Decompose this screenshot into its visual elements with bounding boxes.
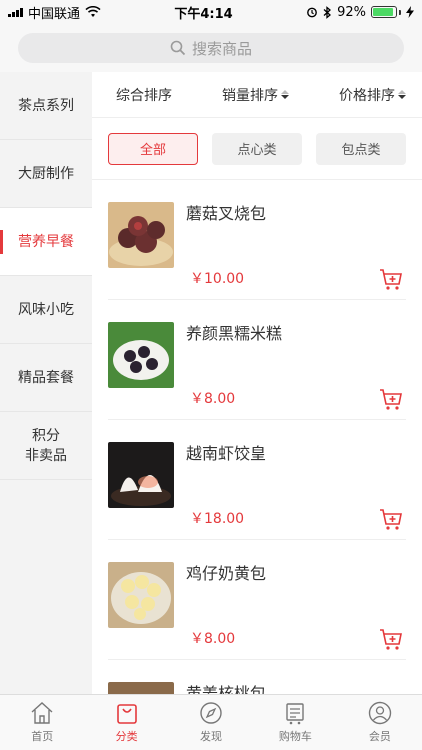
category-sidebar: 茶点系列 大厨制作 营养早餐 风味小吃 精品套餐 积分 非卖品	[0, 72, 92, 694]
sort-arrows-icon	[398, 90, 406, 99]
product-row[interactable]: 鸡仔奶黄包 ￥8.00	[108, 540, 406, 660]
charging-icon	[405, 6, 414, 18]
add-to-cart-icon[interactable]	[378, 386, 404, 412]
search-icon	[170, 40, 186, 56]
bluetooth-icon	[323, 5, 332, 19]
sort-label: 价格排序	[339, 87, 395, 104]
filter-buns-chip[interactable]: 包点类	[316, 132, 406, 165]
tab-category[interactable]: 分类	[84, 695, 168, 750]
product-image	[108, 682, 174, 694]
compass-icon	[200, 702, 222, 724]
sort-label: 综合排序	[116, 87, 172, 104]
product-name: 黄姜核桃包	[186, 684, 267, 694]
filter-all-chip[interactable]: 全部	[108, 132, 198, 165]
sort-price-button[interactable]: 价格排序	[339, 85, 406, 105]
product-image	[108, 322, 174, 388]
signal-icon	[8, 7, 23, 17]
product-image	[108, 442, 174, 508]
product-price: ￥18.00	[190, 511, 245, 527]
user-icon	[368, 701, 392, 725]
add-to-cart-icon[interactable]	[378, 506, 404, 532]
sidebar-item-label: 风味小吃	[18, 301, 74, 318]
tab-discover[interactable]: 发现	[169, 695, 253, 750]
sort-label: 销量排序	[222, 87, 278, 104]
filter-chips: 全部 点心类 包点类	[92, 118, 422, 180]
clock: 下午4:14	[174, 6, 233, 22]
product-panel: 综合排序 销量排序 价格排序 全部 点心类 包点类 蘑菇叉烧包 ￥10.00 养…	[92, 72, 422, 694]
sidebar-item-points[interactable]: 积分 非卖品	[0, 412, 92, 480]
add-to-cart-icon[interactable]	[378, 626, 404, 652]
bottom-tab-bar: 首页 分类 发现 购物车 会员	[0, 694, 422, 750]
sort-sales-button[interactable]: 销量排序	[222, 85, 289, 105]
product-price: ￥10.00	[190, 271, 245, 287]
search-placeholder: 搜索商品	[191, 39, 252, 58]
carrier-label: 中国联通	[28, 6, 81, 22]
product-name: 养颜黑糯米糕	[186, 324, 283, 343]
search-input[interactable]: 搜索商品	[18, 33, 404, 63]
tab-cart[interactable]: 购物车	[253, 695, 337, 750]
sidebar-item-snacks[interactable]: 风味小吃	[0, 276, 92, 344]
sort-composite-button[interactable]: 综合排序	[116, 85, 172, 105]
product-list: 蘑菇叉烧包 ￥10.00 养颜黑糯米糕 ￥8.00 越南虾饺皇 ￥18.00 鸡…	[92, 180, 422, 694]
status-bar: 中国联通 下午4:14 92%	[0, 0, 422, 24]
cart-icon	[286, 703, 305, 725]
product-price: ￥8.00	[190, 631, 236, 647]
sidebar-item-label: 茶点系列	[18, 97, 74, 114]
product-row[interactable]: 养颜黑糯米糕 ￥8.00	[108, 300, 406, 420]
wifi-icon	[85, 6, 101, 17]
product-image	[108, 562, 174, 628]
tab-home[interactable]: 首页	[0, 695, 84, 750]
sort-bar: 综合排序 销量排序 价格排序	[92, 72, 422, 118]
home-icon	[31, 702, 53, 724]
tab-member[interactable]: 会员	[338, 695, 422, 750]
sidebar-item-label: 精品套餐	[18, 369, 74, 386]
product-row[interactable]: 黄姜核桃包	[108, 660, 406, 694]
sidebar-item-set-meals[interactable]: 精品套餐	[0, 344, 92, 412]
battery-percent: 92%	[337, 4, 366, 20]
product-name: 越南虾饺皇	[186, 444, 267, 463]
sidebar-item-label: 大厨制作	[18, 165, 74, 182]
tab-label: 购物车	[278, 730, 312, 743]
product-image	[108, 202, 174, 268]
search-area: 搜索商品	[0, 24, 422, 72]
sidebar-item-label: 营养早餐	[18, 233, 74, 250]
product-row[interactable]: 蘑菇叉烧包 ￥10.00	[108, 180, 406, 300]
sort-arrows-icon	[281, 90, 289, 99]
product-name: 蘑菇叉烧包	[186, 204, 267, 223]
sidebar-item-chef-made[interactable]: 大厨制作	[0, 140, 92, 208]
sidebar-item-breakfast[interactable]: 营养早餐	[0, 208, 92, 276]
category-bag-icon	[116, 704, 137, 724]
tab-label: 分类	[115, 730, 138, 743]
product-name: 鸡仔奶黄包	[186, 564, 267, 583]
tab-label: 首页	[31, 730, 54, 743]
product-row[interactable]: 越南虾饺皇 ￥18.00	[108, 420, 406, 540]
add-to-cart-icon[interactable]	[378, 266, 404, 292]
tab-label: 会员	[368, 730, 391, 743]
sidebar-item-tea-snacks[interactable]: 茶点系列	[0, 72, 92, 140]
alarm-icon	[307, 7, 317, 18]
product-price: ￥8.00	[190, 391, 236, 407]
battery-icon	[370, 6, 401, 18]
sidebar-item-label: 积分 非卖品	[25, 427, 67, 464]
tab-label: 发现	[200, 730, 223, 743]
filter-dimsum-chip[interactable]: 点心类	[212, 132, 302, 165]
